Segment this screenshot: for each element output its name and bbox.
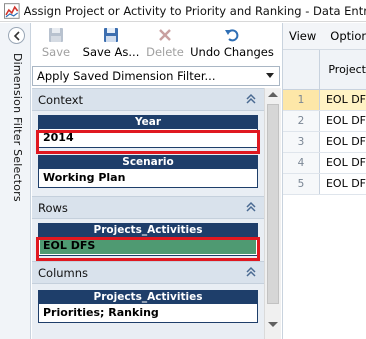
context-section-header[interactable]: Context	[32, 88, 264, 111]
rows-dimension-title: Projects_Activities	[93, 224, 203, 236]
columns-section-label: Columns	[38, 265, 89, 280]
title-bar: Assign Project or Activity to Priority a…	[0, 0, 366, 22]
year-value-highlight	[36, 130, 260, 154]
row-number: 1	[283, 90, 320, 110]
context-section-label: Context	[38, 92, 84, 107]
collapse-up-icon[interactable]	[244, 265, 258, 279]
table-row[interactable]: 5 EOL DF	[283, 174, 366, 195]
row-number: 5	[283, 174, 320, 194]
save-button[interactable]: Save	[32, 23, 80, 63]
undo-label: Undo Changes	[190, 45, 274, 59]
delete-x-icon	[159, 29, 171, 41]
table-row[interactable]: 2 EOL DF	[283, 111, 366, 132]
row-number: 4	[283, 153, 320, 173]
dimension-panel: Context Year 2014 Scenario Working Plan …	[32, 88, 264, 339]
rows-value-highlight	[36, 237, 260, 261]
columns-dimension-value[interactable]: Priorities; Ranking	[39, 304, 257, 322]
project-column-header[interactable]: Project	[320, 63, 366, 76]
rows-section-header[interactable]: Rows	[32, 196, 264, 219]
project-cell[interactable]: EOL DF	[319, 90, 366, 110]
window-title: Assign Project or Activity to Priority a…	[23, 3, 366, 18]
data-grid-pane: View Option Project 1 EOL DF 2 EOL DF 3 …	[282, 23, 366, 339]
project-cell[interactable]: EOL DF	[320, 132, 366, 152]
table-row[interactable]: 4 EOL DF	[283, 153, 366, 174]
undo-arrow-icon	[225, 29, 239, 42]
columns-dimension-title: Projects_Activities	[93, 291, 203, 303]
scroll-down-arrow-icon[interactable]	[268, 322, 278, 327]
dimension-filter-label: Dimension Filter Selectors	[11, 53, 24, 202]
save-disk-icon	[49, 28, 63, 42]
toolbar: Save Save As... Delete Undo Changes	[32, 23, 280, 63]
menu-options[interactable]: Option	[324, 29, 366, 43]
row-number-header	[283, 49, 321, 90]
project-cell[interactable]: EOL DF	[320, 174, 366, 194]
scroll-up-arrow-icon[interactable]	[268, 92, 278, 97]
grid-header: Project	[283, 49, 366, 90]
project-cell[interactable]: EOL DF	[320, 111, 366, 131]
dimension-filter-strip: Dimension Filter Selectors	[0, 23, 31, 339]
grid-menu-bar: View Option	[283, 23, 366, 50]
scroll-thumb[interactable]	[267, 104, 279, 304]
table-row[interactable]: 1 EOL DF	[283, 90, 366, 111]
collapse-up-icon[interactable]	[244, 92, 258, 106]
row-number: 2	[283, 111, 320, 131]
rows-section-label: Rows	[38, 200, 68, 215]
saved-filter-value: Apply Saved Dimension Filter...	[37, 69, 216, 83]
delete-label: Delete	[146, 45, 184, 59]
columns-section-header[interactable]: Columns	[32, 261, 264, 284]
save-as-button[interactable]: Save As...	[80, 23, 142, 63]
collapse-up-icon[interactable]	[244, 200, 258, 214]
scenario-dimension-value[interactable]: Working Plan	[39, 169, 257, 187]
save-label: Save	[41, 45, 71, 59]
undo-changes-button[interactable]: Undo Changes	[188, 23, 276, 63]
year-dimension-title: Year	[134, 116, 162, 128]
delete-button[interactable]: Delete	[142, 23, 188, 63]
project-cell[interactable]: EOL DF	[320, 153, 366, 173]
row-number: 3	[283, 132, 320, 152]
scenario-dimension-title: Scenario	[122, 156, 174, 168]
scenario-dimension[interactable]: Scenario Working Plan	[38, 155, 258, 188]
save-as-disk-icon	[104, 28, 118, 42]
menu-view[interactable]: View	[283, 29, 324, 43]
chevron-left-icon	[13, 30, 20, 41]
dropdown-arrow-icon	[266, 73, 274, 78]
columns-projects-dimension[interactable]: Projects_Activities Priorities; Ranking	[38, 290, 258, 323]
panel-scrollbar[interactable]	[264, 88, 281, 339]
collapse-panel-button[interactable]	[8, 27, 25, 44]
table-row[interactable]: 3 EOL DF	[283, 132, 366, 153]
saved-filter-dropdown[interactable]: Apply Saved Dimension Filter...	[32, 66, 280, 86]
app-chart-icon	[4, 2, 20, 19]
save-as-label: Save As...	[82, 45, 140, 59]
